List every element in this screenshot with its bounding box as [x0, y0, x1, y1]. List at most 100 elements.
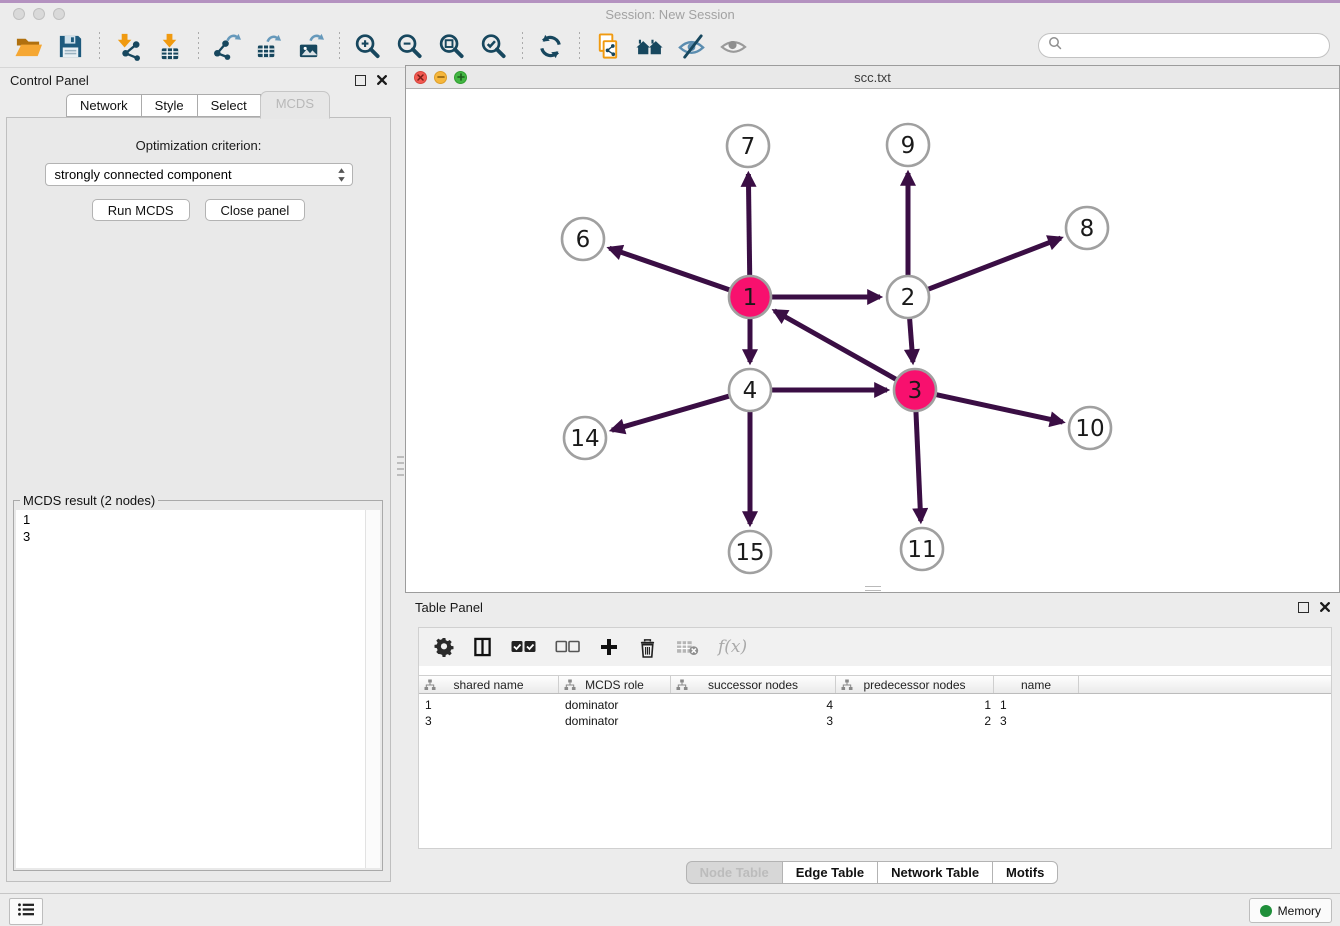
graph-edge-1-7[interactable]	[748, 174, 749, 278]
cell-predecessor-nodes[interactable]: 1	[836, 698, 994, 712]
zoom-in-button[interactable]	[351, 31, 384, 63]
column-header-MCDS-role[interactable]: MCDS role	[559, 676, 671, 693]
panel-divider-grip[interactable]	[397, 456, 404, 478]
tab-mcds[interactable]: MCDS	[260, 91, 330, 119]
select-all-button[interactable]	[511, 640, 536, 654]
tab-node-table[interactable]: Node Table	[686, 861, 783, 884]
table-tabs: Node TableEdge TableNetwork TableMotifs	[405, 861, 1340, 884]
table-row[interactable]: 1dominator411	[419, 697, 1331, 713]
graph-node-14[interactable]: 14	[564, 417, 606, 459]
cell-successor-nodes[interactable]: 3	[671, 714, 836, 728]
show-hide-columns-button[interactable]	[473, 637, 492, 657]
graph-edge-4-14[interactable]	[612, 395, 732, 430]
network-close-button[interactable]	[414, 71, 427, 84]
tab-select[interactable]: Select	[197, 94, 261, 117]
svg-text:1: 1	[743, 285, 758, 311]
close-table-panel-icon[interactable]	[1320, 600, 1330, 615]
graph-node-1[interactable]: 1	[729, 276, 771, 318]
fx-icon: f(x)	[718, 637, 747, 657]
graph-node-6[interactable]: 6	[562, 218, 604, 260]
column-header-shared-name[interactable]: shared name	[419, 676, 559, 693]
zoom-window-button[interactable]	[53, 8, 65, 20]
graph-edge-2-8[interactable]	[926, 238, 1061, 290]
network-canvas[interactable]: 7 9 6 8 1 2 4 3 14 10 15 11	[406, 89, 1339, 592]
cell-MCDS-role[interactable]: dominator	[559, 698, 671, 712]
graph-node-11[interactable]: 11	[901, 528, 943, 570]
cell-successor-nodes[interactable]: 4	[671, 698, 836, 712]
close-control-panel-icon[interactable]	[377, 73, 387, 88]
cell-shared-name[interactable]: 3	[419, 714, 559, 728]
zoom-out-button[interactable]	[393, 31, 426, 63]
header-filler	[1079, 676, 1331, 693]
save-session-button[interactable]	[54, 31, 87, 63]
network-minimize-button[interactable]	[434, 71, 447, 84]
show-all-button[interactable]	[717, 31, 750, 63]
graph-edge-3-1[interactable]	[774, 311, 898, 381]
float-table-panel-icon[interactable]	[1298, 602, 1309, 613]
zoom-fit-button[interactable]	[435, 31, 468, 63]
graph-node-9[interactable]: 9	[887, 124, 929, 166]
network-maximize-button[interactable]	[454, 71, 467, 84]
minimize-window-button[interactable]	[33, 8, 45, 20]
run-mcds-button[interactable]: Run MCDS	[92, 199, 190, 221]
graph-edge-3-10[interactable]	[934, 394, 1063, 422]
graph-node-2[interactable]: 2	[887, 276, 929, 318]
graph-node-7[interactable]: 7	[727, 125, 769, 167]
column-header-predecessor-nodes[interactable]: predecessor nodes	[836, 676, 994, 693]
close-window-button[interactable]	[13, 8, 25, 20]
hide-selected-button[interactable]	[675, 31, 708, 63]
delete-columns-button[interactable]	[638, 637, 657, 658]
graph-node-3[interactable]: 3	[894, 369, 936, 411]
control-panel-header: Control Panel	[0, 68, 397, 92]
network-window: scc.txt 7 9 6 8 1 2 4 3 14 10 15 11	[405, 65, 1340, 593]
deselect-all-button[interactable]	[555, 640, 580, 654]
column-header-name[interactable]: name	[994, 676, 1079, 693]
graph-edge-1-6[interactable]	[609, 248, 732, 291]
export-image-button[interactable]	[294, 31, 327, 63]
tab-style[interactable]: Style	[141, 94, 198, 117]
tab-network[interactable]: Network	[66, 94, 142, 117]
graph-node-8[interactable]: 8	[1066, 207, 1108, 249]
column-header-successor-nodes[interactable]: successor nodes	[671, 676, 836, 693]
cell-name[interactable]: 3	[994, 714, 1079, 728]
cell-predecessor-nodes[interactable]: 2	[836, 714, 994, 728]
import-table-button[interactable]	[153, 31, 186, 63]
table-row[interactable]: 3dominator323	[419, 713, 1331, 729]
graph-node-4[interactable]: 4	[729, 369, 771, 411]
open-session-button[interactable]	[12, 31, 45, 63]
result-line: 1	[23, 511, 380, 528]
memory-button[interactable]: Memory	[1249, 898, 1332, 923]
tab-edge-table[interactable]: Edge Table	[782, 861, 878, 884]
svg-text:10: 10	[1075, 416, 1104, 442]
apply-layout-button[interactable]	[534, 31, 567, 63]
zoom-selected-button[interactable]	[477, 31, 510, 63]
optimization-dropdown[interactable]: strongly connected component	[45, 163, 353, 186]
export-network-button[interactable]	[210, 31, 243, 63]
float-control-panel-icon[interactable]	[355, 75, 366, 86]
network-resize-grip[interactable]	[865, 586, 881, 591]
memory-status-icon	[1260, 905, 1272, 917]
tab-network-table[interactable]: Network Table	[877, 861, 993, 884]
export-table-button[interactable]	[252, 31, 285, 63]
clone-network-button[interactable]	[591, 31, 624, 63]
graph-edge-2-3[interactable]	[909, 316, 912, 362]
cell-name[interactable]: 1	[994, 698, 1079, 712]
task-history-button[interactable]	[9, 898, 43, 925]
network-overview-button[interactable]	[633, 31, 666, 63]
table-header-row: shared nameMCDS rolesuccessor nodesprede…	[419, 675, 1331, 694]
network-window-titlebar[interactable]: scc.txt	[406, 66, 1339, 89]
new-column-button[interactable]	[599, 637, 619, 657]
graph-node-15[interactable]: 15	[729, 531, 771, 573]
graph-node-10[interactable]: 10	[1069, 407, 1111, 449]
cell-shared-name[interactable]: 1	[419, 698, 559, 712]
import-network-button[interactable]	[111, 31, 144, 63]
delete-table-button	[676, 639, 699, 656]
table-mode-button[interactable]	[434, 637, 454, 657]
close-panel-button[interactable]: Close panel	[205, 199, 306, 221]
cell-MCDS-role[interactable]: dominator	[559, 714, 671, 728]
search-input[interactable]	[1067, 37, 1329, 54]
result-scrollbar[interactable]	[365, 510, 380, 868]
tab-motifs[interactable]: Motifs	[992, 861, 1058, 884]
graph-edge-3-11[interactable]	[916, 409, 921, 521]
search-box[interactable]	[1038, 33, 1330, 58]
